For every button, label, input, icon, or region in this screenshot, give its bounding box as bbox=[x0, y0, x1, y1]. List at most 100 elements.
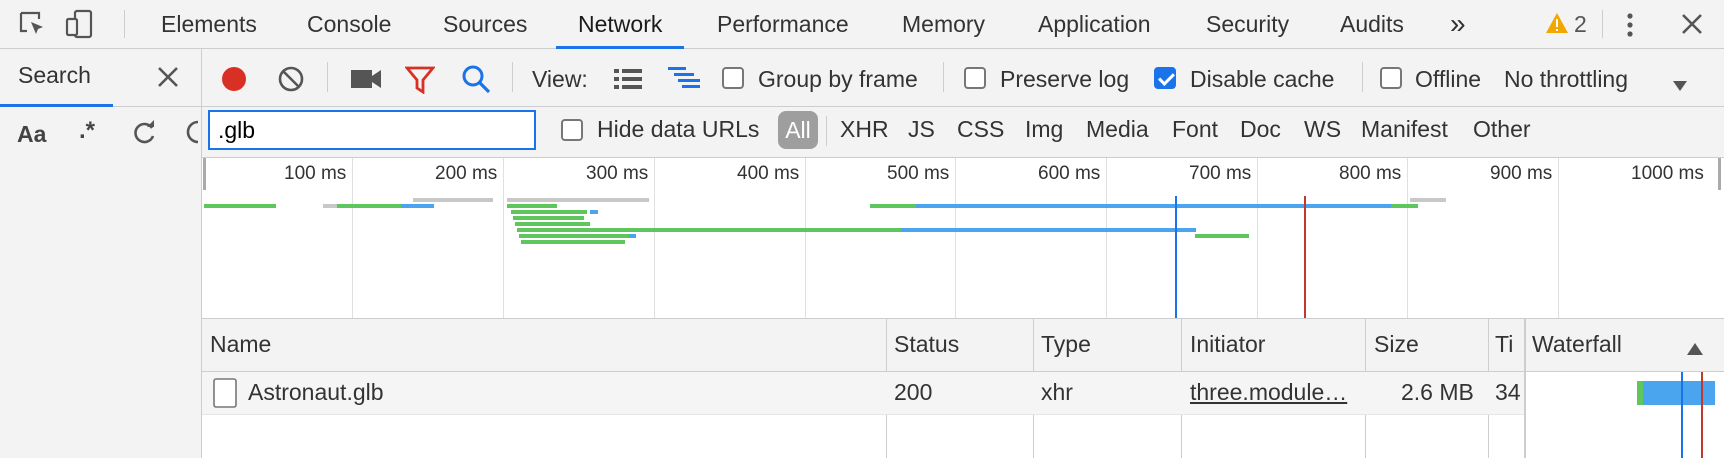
column-header-size[interactable]: Size bbox=[1374, 331, 1419, 358]
type-filter-js[interactable]: JS bbox=[908, 116, 935, 143]
offline-label[interactable]: Offline bbox=[1415, 66, 1481, 93]
more-tabs-button[interactable]: » bbox=[1450, 0, 1466, 48]
tab-security[interactable]: Security bbox=[1206, 0, 1289, 48]
overview-left-handle[interactable] bbox=[203, 158, 206, 190]
overview-request-bar bbox=[513, 216, 584, 220]
request-time: 34 bbox=[1495, 379, 1521, 405]
toolbar-divider bbox=[327, 62, 328, 92]
tick-label: 600 ms bbox=[1038, 163, 1101, 184]
type-filter-xhr[interactable]: XHR bbox=[840, 116, 889, 143]
tick-label: 200 ms bbox=[435, 163, 498, 184]
more-options-icon[interactable] bbox=[1624, 10, 1636, 46]
grid-line bbox=[503, 158, 504, 318]
tab-network[interactable]: Network bbox=[555, 0, 685, 49]
tabbar-divider bbox=[1602, 10, 1603, 38]
toolbar-divider bbox=[512, 62, 513, 92]
warning-count[interactable]: 2 bbox=[1574, 0, 1587, 48]
type-filter-other[interactable]: Other bbox=[1473, 116, 1531, 143]
overview-request-bar bbox=[515, 222, 590, 226]
tab-memory[interactable]: Memory bbox=[902, 0, 985, 48]
throttling-select[interactable]: No throttling bbox=[1504, 66, 1628, 93]
type-filter-css[interactable]: CSS bbox=[957, 116, 1004, 143]
grid-line bbox=[805, 158, 806, 318]
device-toolbar-icon[interactable] bbox=[64, 8, 96, 46]
overview-request-bar bbox=[901, 228, 1196, 232]
clear-icon[interactable] bbox=[277, 65, 305, 99]
match-case-button[interactable]: Aa bbox=[17, 121, 46, 148]
overview-request-bar bbox=[323, 204, 337, 208]
hide-data-urls-checkbox[interactable] bbox=[561, 119, 583, 141]
grid-line bbox=[1407, 158, 1408, 318]
overview-request-bar bbox=[870, 204, 916, 208]
column-header-type[interactable]: Type bbox=[1041, 331, 1091, 358]
tab-elements[interactable]: Elements bbox=[161, 0, 257, 48]
column-header-waterfall[interactable]: Waterfall bbox=[1532, 331, 1622, 358]
overview-right-handle[interactable] bbox=[1718, 158, 1721, 190]
overview-request-bar bbox=[523, 228, 901, 232]
overview-request-bar bbox=[629, 234, 636, 238]
type-filter-media[interactable]: Media bbox=[1086, 116, 1149, 143]
waterfall-dom-content-loaded-marker bbox=[1681, 372, 1683, 458]
large-rows-icon[interactable] bbox=[613, 67, 643, 97]
overview-request-bar bbox=[507, 204, 557, 208]
type-filter-manifest[interactable]: Manifest bbox=[1361, 116, 1448, 143]
warning-icon[interactable] bbox=[1545, 12, 1569, 40]
tab-performance[interactable]: Performance bbox=[717, 0, 849, 48]
chevron-down-icon[interactable] bbox=[1672, 72, 1688, 98]
overview-request-bar bbox=[1410, 198, 1446, 202]
tab-application[interactable]: Application bbox=[1038, 0, 1151, 48]
refresh-icon[interactable] bbox=[130, 118, 158, 152]
overview-request-bar bbox=[507, 198, 649, 202]
tabbar-divider bbox=[124, 10, 125, 38]
preserve-log-label[interactable]: Preserve log bbox=[1000, 66, 1129, 93]
group-by-frame-label[interactable]: Group by frame bbox=[758, 66, 918, 93]
group-by-frame-checkbox[interactable] bbox=[722, 67, 744, 89]
request-initiator-link[interactable]: three.module… bbox=[1190, 379, 1347, 406]
tab-console[interactable]: Console bbox=[307, 0, 391, 48]
sort-ascending-icon[interactable] bbox=[1686, 336, 1704, 362]
grid-line bbox=[352, 158, 353, 318]
disable-cache-label[interactable]: Disable cache bbox=[1190, 66, 1334, 93]
inspect-element-icon[interactable] bbox=[18, 10, 48, 46]
type-filter-font[interactable]: Font bbox=[1172, 116, 1218, 143]
tick-label: 800 ms bbox=[1339, 163, 1402, 184]
hide-data-urls-label[interactable]: Hide data URLs bbox=[597, 116, 759, 143]
type-filter-all[interactable]: All bbox=[778, 111, 818, 149]
search-tab-underline bbox=[0, 104, 113, 107]
overview-waterfall-icon[interactable] bbox=[666, 65, 702, 97]
filter-icon[interactable] bbox=[404, 66, 436, 100]
file-icon bbox=[213, 378, 237, 414]
overview-request-bar bbox=[511, 210, 587, 214]
screenshot-camera-icon[interactable] bbox=[350, 68, 382, 96]
close-search-icon[interactable] bbox=[157, 66, 179, 94]
regex-button[interactable]: .* bbox=[79, 117, 95, 145]
tab-audits[interactable]: Audits bbox=[1340, 0, 1404, 48]
type-filter-doc[interactable]: Doc bbox=[1240, 116, 1281, 143]
type-filter-ws[interactable]: WS bbox=[1304, 116, 1341, 143]
tick-label: 100 ms bbox=[284, 163, 347, 184]
disable-cache-checkbox[interactable] bbox=[1154, 67, 1176, 89]
clear-search-icon[interactable] bbox=[186, 118, 200, 152]
offline-checkbox[interactable] bbox=[1380, 67, 1402, 89]
toolbar-divider bbox=[943, 62, 944, 92]
grid-line bbox=[654, 158, 655, 318]
request-name[interactable]: Astronaut.glb bbox=[248, 379, 384, 406]
search-panel-title[interactable]: Search bbox=[18, 62, 91, 89]
column-header-initiator[interactable]: Initiator bbox=[1190, 331, 1265, 358]
overview-request-bar bbox=[519, 234, 629, 238]
filter-input[interactable] bbox=[208, 110, 536, 150]
tick-label: 300 ms bbox=[586, 163, 649, 184]
column-header-status[interactable]: Status bbox=[894, 331, 959, 358]
record-icon[interactable] bbox=[220, 65, 248, 99]
tick-label: 400 ms bbox=[737, 163, 800, 184]
toolbar-divider bbox=[1362, 62, 1363, 92]
search-icon[interactable] bbox=[461, 64, 491, 100]
preserve-log-checkbox[interactable] bbox=[964, 67, 986, 89]
close-devtools-icon[interactable] bbox=[1680, 12, 1704, 42]
column-header-time[interactable]: Ti bbox=[1495, 331, 1513, 358]
overview-request-bar bbox=[916, 204, 1391, 208]
overview-request-bar bbox=[1391, 204, 1418, 208]
tab-sources[interactable]: Sources bbox=[443, 0, 527, 48]
column-header-name[interactable]: Name bbox=[210, 331, 271, 358]
type-filter-img[interactable]: Img bbox=[1025, 116, 1063, 143]
